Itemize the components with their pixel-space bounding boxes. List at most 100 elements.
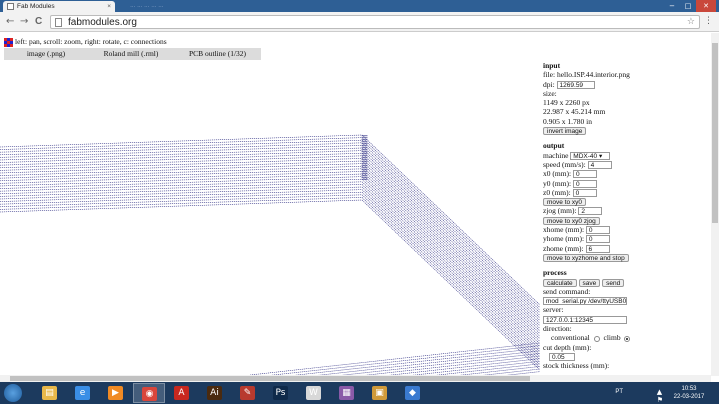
tab-pcb-outline[interactable]: PCB outline (1/32) bbox=[174, 48, 261, 60]
toolpath-canvas[interactable] bbox=[0, 60, 540, 375]
toolpath-trace-line bbox=[0, 199, 363, 213]
toolpath-trace-line bbox=[0, 168, 363, 182]
toolpath-trace-line bbox=[0, 176, 363, 189]
move-to-xy0-button[interactable]: move to xy0 bbox=[543, 198, 587, 207]
machine-select[interactable]: MDX-40 ▾ bbox=[570, 151, 611, 160]
input-heading: input bbox=[543, 61, 561, 70]
back-button[interactable]: ← bbox=[6, 15, 14, 29]
zjog-input[interactable]: 2 bbox=[578, 207, 603, 216]
x0-input[interactable]: 0 bbox=[573, 170, 597, 179]
language-indicator[interactable]: PT bbox=[615, 389, 623, 395]
toolpath-trace-line bbox=[0, 191, 363, 205]
toolpath-trace-line bbox=[361, 145, 540, 316]
zhome-input[interactable]: 6 bbox=[585, 244, 610, 253]
move-to-xy0-zjog-button[interactable]: move to xy0 zjog bbox=[543, 216, 600, 225]
send-button[interactable]: send bbox=[602, 278, 625, 287]
horizontal-scrollbar[interactable] bbox=[0, 375, 711, 382]
xhome-input[interactable]: 0 bbox=[585, 226, 610, 235]
taskbar-explorer-button[interactable]: ▤ bbox=[34, 383, 66, 403]
fab-modules-grid-icon[interactable] bbox=[4, 37, 13, 47]
save-button[interactable]: save bbox=[578, 278, 601, 287]
taskbar-chrome-button[interactable]: ◉ bbox=[133, 383, 165, 403]
calculate-button[interactable]: calculate bbox=[543, 278, 577, 287]
folder-icon: ▣ bbox=[372, 386, 387, 400]
toolpath-trace-line bbox=[0, 158, 363, 171]
size-label: size: bbox=[543, 88, 557, 98]
taskbar-winrar-button[interactable]: ▦ bbox=[331, 383, 363, 403]
toolpath-trace-line bbox=[361, 155, 540, 327]
toolpath-trace-line bbox=[0, 181, 363, 195]
cut-depth-input[interactable]: 0.05 bbox=[549, 352, 575, 361]
winrar-icon: ▦ bbox=[339, 386, 354, 400]
toolpath-trace-line bbox=[0, 152, 363, 166]
explorer-icon: ▤ bbox=[42, 386, 57, 400]
toolpath-trace-line bbox=[361, 158, 540, 329]
browser-menu-icon[interactable]: ⋮ bbox=[704, 16, 713, 26]
page-icon bbox=[55, 18, 62, 27]
tab-roland-mill-rml[interactable]: Roland mill (.rml) bbox=[88, 48, 174, 60]
clock[interactable]: 10:53 22-03-2017 bbox=[669, 385, 709, 401]
taskbar-app-button[interactable]: ◆ bbox=[397, 383, 429, 403]
minimize-button[interactable]: − bbox=[664, 0, 680, 12]
size-px-text: 1149 x 2260 px bbox=[543, 98, 590, 108]
toolpath-trace-line bbox=[361, 147, 540, 319]
close-tab-icon[interactable]: × bbox=[107, 1, 111, 12]
toolpath-trace-line bbox=[317, 350, 540, 375]
taskbar-word-button[interactable]: W bbox=[298, 383, 330, 403]
bookmark-star-icon[interactable]: ☆ bbox=[687, 16, 695, 29]
taskbar-illustrator-button[interactable]: Ai bbox=[199, 383, 231, 403]
taskbar-folder-button[interactable]: ▣ bbox=[364, 383, 396, 403]
climb-radio[interactable] bbox=[624, 335, 631, 342]
acrobat-icon: A bbox=[174, 386, 189, 400]
tab-image-png[interactable]: image (.png) bbox=[4, 48, 88, 60]
reload-button[interactable]: C bbox=[35, 15, 42, 29]
tray-icons[interactable]: ▲ ⚑ ▮ ◖ bbox=[657, 388, 665, 404]
page-favicon-icon bbox=[7, 3, 14, 10]
module-tabs: image (.png) Roland mill (.rml) PCB outl… bbox=[4, 48, 261, 60]
grid-icon-cell bbox=[10, 43, 13, 47]
conventional-radio[interactable] bbox=[593, 335, 600, 342]
forward-button[interactable]: → bbox=[20, 15, 28, 29]
photoshop-icon: Ps bbox=[273, 386, 288, 400]
climb-label: climb bbox=[603, 333, 621, 343]
y0-input[interactable]: 0 bbox=[573, 179, 597, 188]
vertical-scrollbar[interactable] bbox=[711, 33, 719, 376]
taskbar-photoshop-button[interactable]: Ps bbox=[265, 383, 297, 403]
toolpath-trace-line bbox=[361, 168, 540, 340]
dpi-input[interactable]: 1269.59 bbox=[556, 80, 595, 89]
server-input[interactable]: 127.0.0.1:12345 bbox=[543, 315, 627, 324]
speed-input[interactable]: 4 bbox=[587, 160, 612, 169]
toolpath-trace-line bbox=[361, 171, 540, 342]
close-window-button[interactable]: ✕ bbox=[696, 0, 716, 12]
url-text[interactable]: fabmodules.org bbox=[68, 16, 137, 29]
yhome-label: yhome (mm): bbox=[543, 234, 585, 244]
instructions-line: left: pan, scroll: zoom, right: rotate, … bbox=[4, 36, 167, 48]
illustrator-icon: Ai bbox=[207, 386, 222, 400]
z0-input[interactable]: 0 bbox=[572, 188, 597, 197]
taskbar-pdf-button[interactable]: ✎ bbox=[232, 383, 264, 403]
toolpath-trace-line bbox=[388, 358, 540, 375]
taskbar-media-player-button[interactable]: ▶ bbox=[100, 383, 132, 403]
toolpath-trace-line bbox=[0, 173, 363, 187]
send-command-input[interactable]: mod_serial.py /dev/ttyUSB0 bbox=[543, 297, 627, 306]
invert-image-button[interactable]: invert image bbox=[543, 127, 587, 136]
toolpath-trace-line bbox=[0, 197, 363, 210]
speed-label: speed (mm/s): bbox=[543, 159, 586, 169]
yhome-input[interactable]: 0 bbox=[585, 235, 610, 244]
browser-tab[interactable]: Fab Modules × bbox=[3, 1, 115, 12]
toolpath-trace-line bbox=[0, 194, 363, 208]
vertical-scroll-thumb[interactable] bbox=[712, 43, 718, 223]
taskbar-internet-explorer-button[interactable]: e bbox=[67, 383, 99, 403]
toolpath-trace-line bbox=[361, 152, 540, 324]
taskbar-acrobat-button[interactable]: A bbox=[166, 383, 198, 403]
zjog-label: zjog (mm): bbox=[543, 206, 577, 216]
move-to-xyzhome-button[interactable]: move to xyzhome and stop bbox=[543, 253, 629, 262]
horizontal-scroll-thumb[interactable] bbox=[10, 376, 530, 381]
address-bar[interactable]: fabmodules.org ☆ bbox=[50, 15, 700, 29]
toolpath-trace-line bbox=[0, 142, 363, 156]
chevron-down-icon: ▾ bbox=[598, 152, 603, 160]
start-button-icon[interactable] bbox=[4, 384, 22, 402]
maximize-button[interactable]: □ bbox=[680, 0, 696, 12]
size-in-text: 0.905 x 1.780 in bbox=[543, 116, 592, 126]
output-heading: output bbox=[543, 141, 565, 151]
